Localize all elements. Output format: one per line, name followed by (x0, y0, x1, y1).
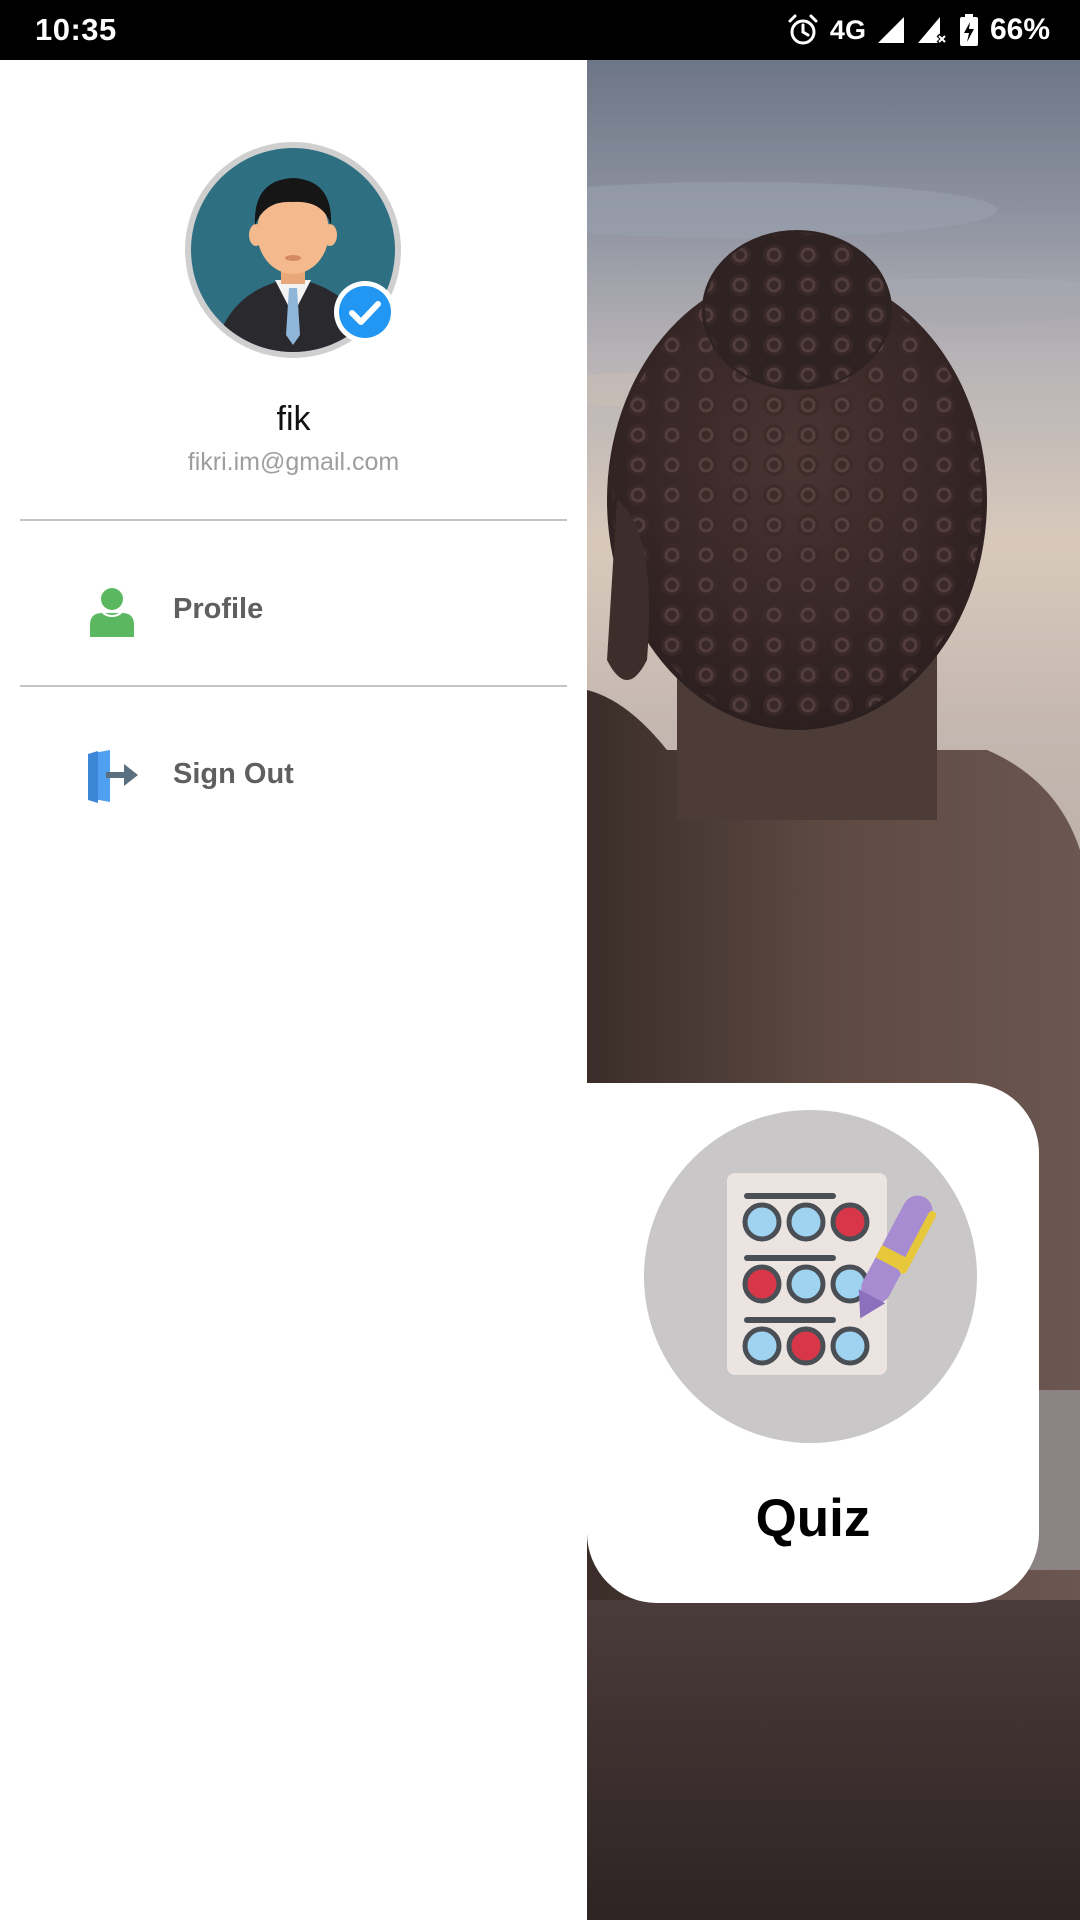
divider (20, 685, 567, 687)
sign-out-icon (88, 750, 138, 803)
status-icons: 4G 66% (786, 10, 1050, 50)
menu-label-profile: Profile (173, 593, 264, 625)
menu-item-profile[interactable]: Profile (0, 553, 587, 673)
signal-no-sim-icon (917, 17, 948, 45)
background-photo (587, 60, 1080, 1920)
status-time: 10:35 (35, 12, 117, 47)
avatar[interactable] (183, 140, 403, 360)
battery-percent: 66% (989, 13, 1050, 46)
quiz-icon-circle (644, 1110, 977, 1443)
navigation-drawer: fik fikri.im@gmail.com Profile Sign Out (0, 60, 587, 1920)
quiz-sheet-icon (727, 1173, 937, 1375)
quiz-card[interactable]: Quiz (587, 1083, 1039, 1603)
user-email: fikri.im@gmail.com (187, 448, 400, 476)
alarm-icon (788, 14, 818, 45)
verified-badge-icon (334, 281, 396, 343)
menu-label-sign-out: Sign Out (173, 758, 294, 790)
battery-charging-icon (959, 14, 978, 46)
screen: 10:35 4G 66% Quiz fik fikri.im@gmail.com… (0, 0, 1080, 1920)
signal-icon (877, 17, 904, 43)
divider (20, 519, 567, 521)
quiz-card-title: Quiz (755, 1489, 871, 1548)
person-icon (90, 588, 134, 637)
buddha-statue-image (587, 60, 1080, 1920)
menu-item-sign-out[interactable]: Sign Out (0, 718, 587, 838)
status-bar: 10:35 4G 66% (0, 0, 1080, 60)
network-type: 4G (829, 14, 866, 45)
user-name: fik (276, 400, 311, 438)
